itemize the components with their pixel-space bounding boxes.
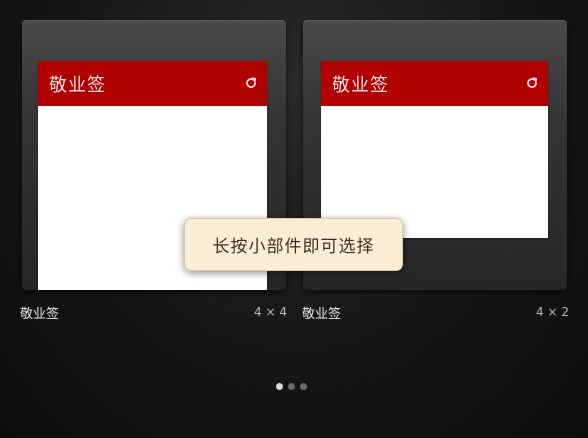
refresh-icon [246,77,257,88]
widget-size-label: 4 × 2 [536,305,569,319]
page-indicator [276,383,307,390]
widget-title: 敬业签 [332,75,389,96]
widget-name-label: 敬业签 [302,307,342,322]
page-dot-2[interactable] [288,383,295,390]
toast-hint: 长按小部件即可选择 [184,218,403,271]
page-dot-3[interactable] [300,383,307,390]
widget-header: 敬业签 [321,61,548,106]
widget-preview-4x2: 敬业签 [321,61,548,238]
widget-header: 敬业签 [38,61,267,106]
widget-size-label: 4 × 4 [254,305,287,319]
widget-title: 敬业签 [49,75,106,96]
refresh-icon [527,77,538,88]
widget-name-label: 敬业签 [20,307,60,322]
page-dot-1[interactable] [276,383,283,390]
